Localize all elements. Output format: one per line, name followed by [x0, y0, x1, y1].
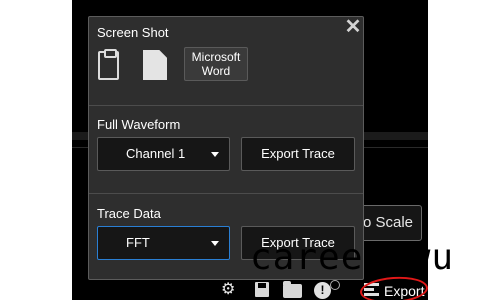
- channel-select-value: Channel 1: [126, 146, 186, 161]
- word-button-line1: Microsoft: [191, 50, 241, 64]
- export-toolbar-button[interactable]: Export: [384, 283, 424, 299]
- export-trace-button[interactable]: Export Trace: [241, 137, 355, 171]
- section-divider: [89, 105, 363, 106]
- section-divider: [89, 193, 363, 194]
- microsoft-word-button[interactable]: Microsoft Word: [184, 47, 248, 81]
- close-icon[interactable]: ✕: [344, 17, 362, 37]
- trace-format-value: FFT: [126, 235, 150, 250]
- export-dialog: ✕ Screen Shot Microsoft Word Full Wavefo…: [88, 16, 364, 280]
- folder-icon[interactable]: [283, 281, 302, 298]
- trace-data-title: Trace Data: [97, 206, 161, 221]
- export-trace-data-button[interactable]: Export Trace: [241, 226, 355, 260]
- chevron-down-icon: [211, 152, 219, 157]
- word-button-line2: Word: [201, 64, 231, 78]
- info-icon[interactable]: !: [314, 282, 331, 299]
- screenshot-section-title: Screen Shot: [97, 25, 169, 40]
- save-icon[interactable]: [255, 282, 269, 297]
- export-icon[interactable]: [364, 283, 379, 296]
- channel-select[interactable]: Channel 1: [97, 137, 230, 171]
- full-waveform-title: Full Waveform: [97, 117, 181, 132]
- clipboard-icon[interactable]: [98, 49, 119, 80]
- info-badge: [330, 280, 340, 290]
- trace-format-select[interactable]: FFT: [97, 226, 230, 260]
- chevron-down-icon: [211, 241, 219, 246]
- document-icon[interactable]: [143, 50, 167, 80]
- gear-icon[interactable]: ⚙: [221, 282, 235, 298]
